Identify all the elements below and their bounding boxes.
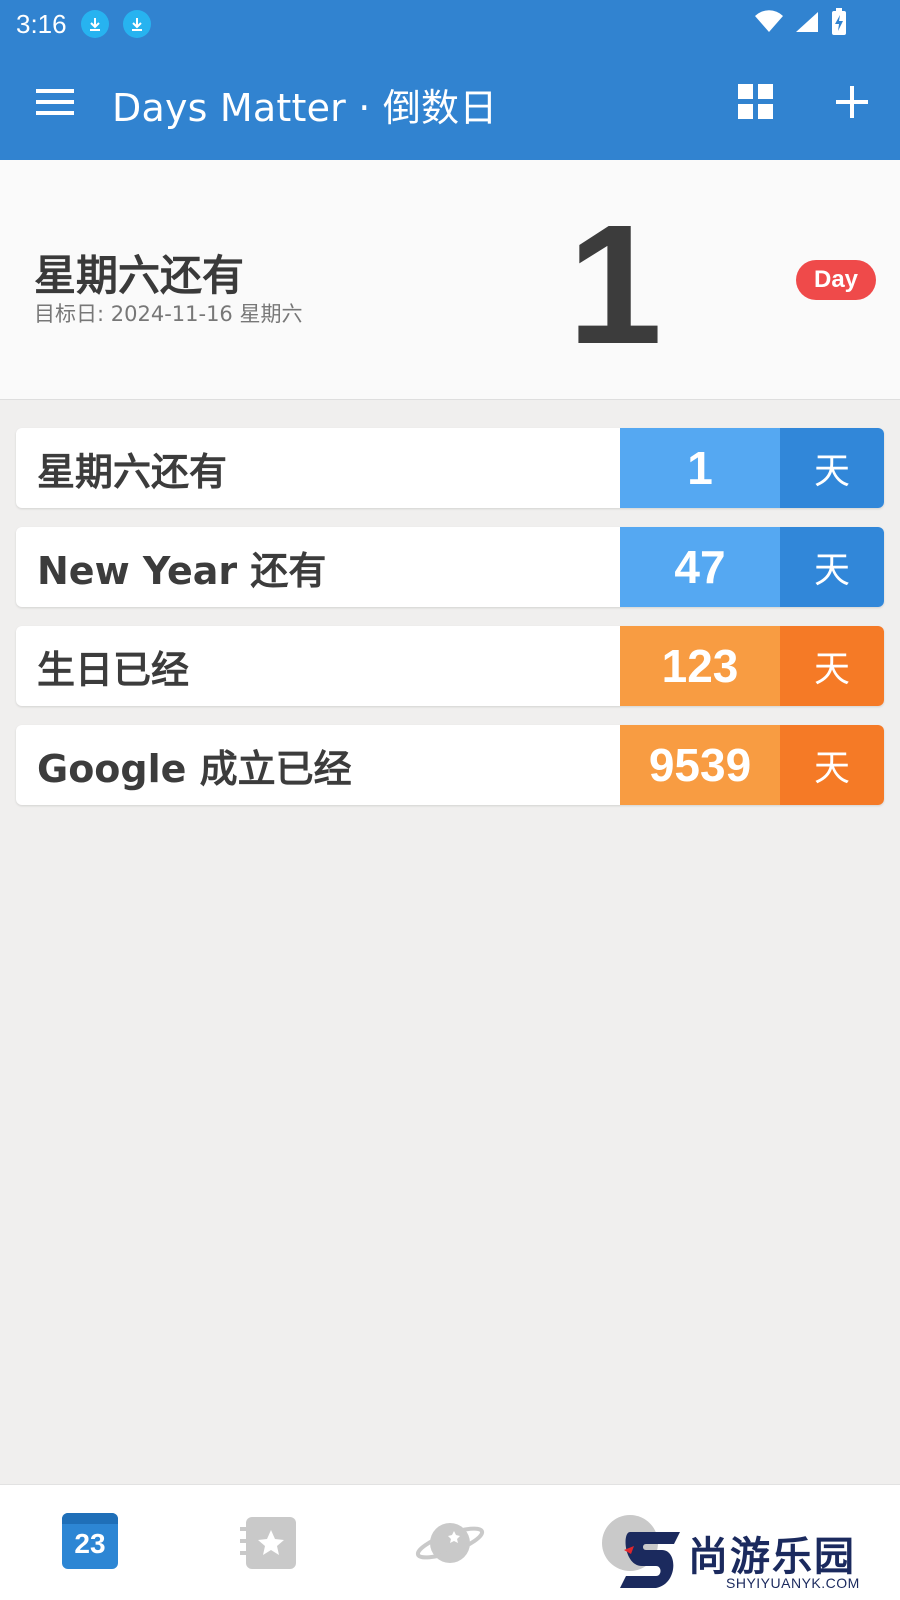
featured-event-card[interactable]: 星期六还有 目标日: 2024-11-16 星期六 1 Day bbox=[0, 160, 900, 400]
app-title: Days Matter · 倒数日 bbox=[112, 85, 498, 130]
event-row[interactable]: 星期六还有 1 天 bbox=[16, 428, 884, 508]
plus-icon bbox=[836, 85, 868, 123]
event-unit: 天 bbox=[780, 527, 884, 607]
nav-discover[interactable] bbox=[414, 1513, 486, 1573]
calendar-day: 23 bbox=[74, 1528, 106, 1559]
event-row[interactable]: 生日已经 123 天 bbox=[16, 626, 884, 706]
add-event-button[interactable] bbox=[804, 48, 900, 160]
event-row[interactable]: Google 成立已经 9539 天 bbox=[16, 725, 884, 805]
watermark-logo-icon bbox=[618, 1528, 686, 1597]
menu-button[interactable] bbox=[0, 48, 112, 160]
event-days: 47 bbox=[620, 527, 780, 607]
app-bar: Days Matter · 倒数日 bbox=[0, 48, 900, 160]
signal-icon bbox=[794, 10, 820, 39]
planet-icon bbox=[414, 1523, 486, 1577]
status-time: 3:16 bbox=[16, 8, 67, 39]
watermark-text: 尚游乐园 bbox=[688, 1534, 856, 1580]
battery-charging-icon bbox=[830, 7, 848, 41]
site-watermark: 尚游乐园 SHYIYUANYK.COM bbox=[618, 1524, 900, 1600]
calendar-icon: 23 bbox=[62, 1513, 118, 1569]
watermark-url: SHYIYUANYK.COM bbox=[726, 1575, 860, 1591]
nav-calendar[interactable]: 23 bbox=[62, 1513, 122, 1573]
event-label: Google 成立已经 bbox=[37, 746, 352, 791]
download-icon bbox=[122, 10, 151, 38]
event-unit: 天 bbox=[780, 725, 884, 805]
grid-view-button[interactable] bbox=[708, 48, 804, 160]
event-row[interactable]: New Year 还有 47 天 bbox=[16, 527, 884, 607]
event-days: 9539 bbox=[620, 725, 780, 805]
download-icon bbox=[80, 10, 109, 38]
event-unit: 天 bbox=[780, 626, 884, 706]
event-label: 生日已经 bbox=[37, 647, 190, 692]
event-days: 1 bbox=[620, 428, 780, 508]
event-unit: 天 bbox=[780, 428, 884, 508]
favorites-icon bbox=[240, 1517, 300, 1577]
event-days: 123 bbox=[620, 626, 780, 706]
featured-event-title: 星期六还有 bbox=[34, 251, 245, 300]
event-list: 星期六还有 1 天 New Year 还有 47 天 生日已经 123 天 Go… bbox=[16, 428, 884, 824]
nav-favorites[interactable] bbox=[240, 1513, 300, 1573]
event-label: New Year 还有 bbox=[37, 548, 327, 593]
day-badge: Day bbox=[796, 260, 876, 300]
wifi-icon bbox=[754, 9, 784, 39]
featured-event-target-date: 目标日: 2024-11-16 星期六 bbox=[34, 302, 303, 326]
featured-event-days: 1 bbox=[567, 190, 663, 380]
grid-icon bbox=[738, 83, 774, 125]
status-bar: 3:16 bbox=[0, 0, 900, 48]
menu-icon bbox=[36, 87, 76, 122]
event-label: 星期六还有 bbox=[37, 449, 228, 494]
